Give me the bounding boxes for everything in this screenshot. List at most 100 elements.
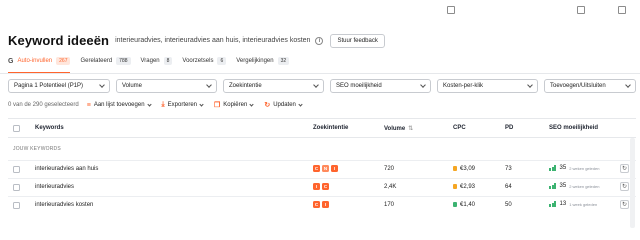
page-title: Keyword ideeën <box>8 33 110 48</box>
refresh-icon[interactable]: ↻ <box>620 200 629 209</box>
table-row[interactable]: interieuradvies aan huis C N I 720 €3,09 73 35 2… <box>8 160 636 178</box>
chevron-down-icon <box>249 101 254 107</box>
sort-icon: ⇅ <box>408 126 414 132</box>
column-volume[interactable]: Volume ⇅ <box>384 125 413 132</box>
pd-value: 64 <box>505 184 512 190</box>
filter-label: Pagina 1 Potentieel (P1P) <box>14 83 84 89</box>
difficulty-bars-icon <box>549 201 557 207</box>
toolbar-icon[interactable] <box>618 6 626 14</box>
tab-vragen[interactable]: Vragen 8 <box>141 54 173 68</box>
seo-difficulty: 13 1 week geleden <box>549 201 597 207</box>
group-label: JOUW KEYWORDS <box>13 146 61 152</box>
google-icon: G <box>8 57 14 65</box>
column-intent[interactable]: Zoekintentie <box>313 125 348 131</box>
column-seo-difficulty[interactable]: SEO moeilijkheid <box>549 125 598 131</box>
tab-count: 32 <box>277 57 290 65</box>
seed-keywords: interieuradvies, interieuradvies aan hui… <box>115 37 311 44</box>
tab-count: 788 <box>116 57 131 65</box>
chevron-down-icon <box>99 82 105 88</box>
intent-badges: IC <box>313 183 331 190</box>
filter-toevoegen-uitsluiten[interactable]: Toevoegen/Uitsluiten <box>544 79 636 93</box>
action-label: Updaten <box>273 102 296 108</box>
column-label: Volume <box>384 126 406 132</box>
cpc-indicator-icon <box>453 166 457 171</box>
tab-label: Auto-invullen <box>17 58 53 64</box>
intent-badge: C <box>322 183 329 190</box>
refresh-icon[interactable]: ↻ <box>620 182 629 191</box>
intent-badge: N <box>322 165 329 172</box>
action-label: Aan lijst toevoegen <box>93 102 145 108</box>
copy-button[interactable]: ❐ Kopiëren <box>214 101 254 109</box>
cpc-indicator-icon <box>453 202 457 207</box>
feedback-button[interactable]: Stuur feedback <box>330 33 385 48</box>
update-button[interactable]: ↻ Updaten <box>264 101 303 109</box>
seo-value: 13 <box>559 201 567 207</box>
toolbar-icon[interactable] <box>577 6 585 14</box>
row-checkbox[interactable] <box>13 184 20 191</box>
filter-zoekintentie[interactable]: Zoekintentie <box>223 79 324 93</box>
chevron-down-icon <box>625 82 631 88</box>
updated-time: 2 weken geleden <box>569 183 600 189</box>
intent-badge: I <box>322 201 329 208</box>
tab-label: Vergelijkingen <box>236 58 274 64</box>
intent-badge: C <box>313 201 320 208</box>
chevron-down-icon <box>420 82 426 88</box>
filter-seo-moeilijkheid[interactable]: SEO moeilijkheid <box>330 79 431 93</box>
cpc-value: €2,93 <box>453 184 475 190</box>
pd-value: 50 <box>505 202 512 208</box>
row-checkbox[interactable] <box>13 202 20 209</box>
column-cpc[interactable]: CPC <box>453 125 466 131</box>
filter-label: Kosten-per-klik <box>443 83 484 89</box>
intent-badges: CI <box>313 201 331 208</box>
seo-difficulty: 35 2 weken geleden <box>549 183 599 189</box>
tab-gerelateerd[interactable]: Gerelateerd 788 <box>80 54 131 68</box>
scrollbar[interactable] <box>630 138 635 228</box>
column-keywords[interactable]: Keywords <box>35 125 64 131</box>
select-all-checkbox[interactable] <box>13 125 20 132</box>
info-icon[interactable]: i <box>315 36 324 45</box>
filter-bar: Pagina 1 Potentieel (P1P) Volume Zoekint… <box>8 79 636 93</box>
table-row[interactable]: interieuradvies I C 2,4K €2,93 64 35 2 weken ge… <box>8 178 636 196</box>
row-checkbox[interactable] <box>13 166 20 173</box>
copy-icon: ❐ <box>214 102 221 109</box>
keyword-text[interactable]: interieuradvies aan huis <box>35 166 98 172</box>
filter-label: Toevoegen/Uitsluiten <box>550 83 606 89</box>
filter-kosten-per-klik[interactable]: Kosten-per-klik <box>437 79 538 93</box>
cpc-indicator-icon <box>453 184 457 189</box>
pd-value: 73 <box>505 166 512 172</box>
tab-label: Voorzetsels <box>182 58 214 64</box>
column-pd[interactable]: PD <box>505 125 513 131</box>
difficulty-bars-icon <box>549 183 557 189</box>
add-to-list-button[interactable]: ≡ Aan lijst toevoegen <box>86 101 152 109</box>
tabs-divider <box>0 73 640 74</box>
chevron-down-icon <box>298 101 303 107</box>
filter-label: Volume <box>122 83 143 89</box>
table-row[interactable]: interieuradvies kosten C I 170 €1,40 50 13 1 we… <box>8 196 636 214</box>
seo-value: 35 <box>559 165 567 171</box>
refresh-icon: ↻ <box>264 102 271 109</box>
volume-value: 720 <box>384 166 395 172</box>
seo-difficulty: 35 2 weken geleden <box>549 165 599 171</box>
intent-badge: I <box>331 165 338 172</box>
keyword-text[interactable]: interieuradvies <box>35 184 74 190</box>
volume-value: 170 <box>384 202 395 208</box>
refresh-icon[interactable]: ↻ <box>620 164 629 173</box>
tab-label: Vragen <box>140 58 160 64</box>
tab-count: 8 <box>163 57 173 65</box>
keyword-text[interactable]: interieuradvies kosten <box>35 202 93 208</box>
seo-value: 35 <box>559 183 567 189</box>
tab-auto-invullen[interactable]: G Auto-invullen 267 <box>8 54 71 73</box>
filter-potentieel[interactable]: Pagina 1 Potentieel (P1P) <box>8 79 110 93</box>
top-toolbar <box>0 0 640 22</box>
selected-count: 0 van de 290 geselecteerd <box>8 102 79 108</box>
toolbar-icon[interactable] <box>447 6 455 14</box>
chevron-down-icon <box>146 101 152 107</box>
tab-voorzetsels[interactable]: Voorzetsels 6 <box>182 54 227 68</box>
intent-badges: CNI <box>313 165 340 172</box>
updated-time: 2 weken geleden <box>569 165 600 171</box>
action-label: Kopiëren <box>223 102 248 108</box>
export-button[interactable]: ⤓ Exporteren <box>162 101 204 109</box>
list-add-icon: ≡ <box>86 101 91 109</box>
tab-vergelijkingen[interactable]: Vergelijkingen 32 <box>236 54 290 68</box>
filter-volume[interactable]: Volume <box>116 79 217 93</box>
